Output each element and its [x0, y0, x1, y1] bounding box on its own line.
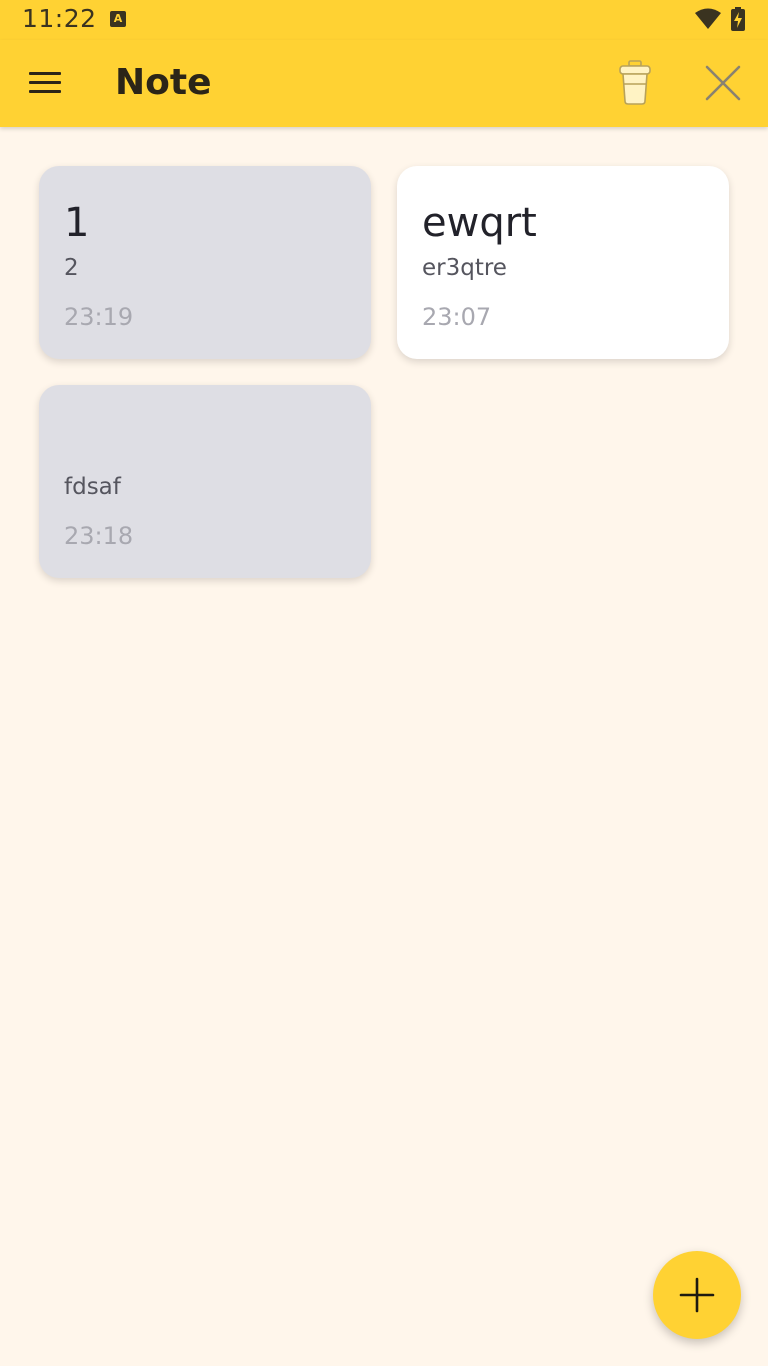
app-bar: Note — [0, 40, 768, 127]
battery-icon — [731, 7, 745, 35]
note-body: fdsaf — [64, 474, 121, 500]
plus-icon — [679, 1277, 715, 1313]
wifi-icon — [694, 8, 722, 34]
close-icon[interactable] — [702, 62, 744, 104]
note-card[interactable]: ewqrt er3qtre 23:07 — [397, 166, 729, 359]
note-title: ewqrt — [422, 200, 537, 246]
status-time: 11:22 — [22, 4, 97, 33]
note-card[interactable]: fdsaf 23:18 — [39, 385, 371, 578]
page-title: Note — [115, 62, 212, 103]
note-time: 23:07 — [422, 303, 492, 331]
note-time: 23:18 — [64, 522, 134, 550]
note-body: er3qtre — [422, 255, 507, 281]
add-note-button[interactable] — [653, 1251, 741, 1339]
status-bar: 11:22 A — [0, 0, 768, 40]
note-time: 23:19 — [64, 303, 134, 331]
menu-icon[interactable] — [29, 72, 61, 94]
notification-icon: A — [110, 11, 126, 27]
trash-icon[interactable] — [616, 60, 654, 106]
note-card[interactable]: 1 2 23:19 — [39, 166, 371, 359]
note-body: 2 — [64, 255, 79, 281]
note-title: 1 — [64, 200, 90, 246]
